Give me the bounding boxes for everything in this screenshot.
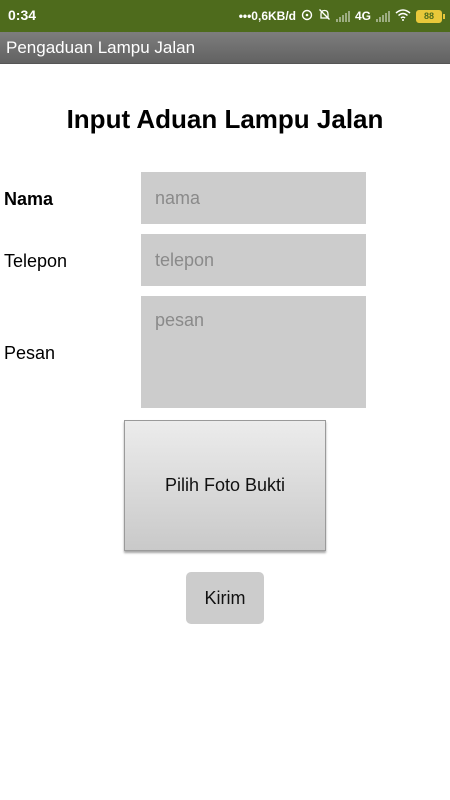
submit-button[interactable]: Kirim bbox=[186, 572, 264, 624]
status-time: 0:34 bbox=[8, 7, 37, 23]
status-icons: •••0,6KB/d 4G 88 bbox=[238, 6, 445, 26]
telepon-input[interactable] bbox=[141, 234, 366, 286]
alarm-off-icon bbox=[318, 8, 331, 24]
pick-photo-button[interactable]: Pilih Foto Bukti bbox=[124, 420, 326, 551]
pesan-label: Pesan bbox=[4, 343, 56, 363]
telepon-label: Telepon bbox=[4, 251, 68, 271]
wifi-icon bbox=[395, 8, 411, 24]
app-title-bar: Pengaduan Lampu Jalan bbox=[0, 32, 450, 64]
sync-icon bbox=[301, 9, 313, 24]
app-screen: 0:34 •••0,6KB/d 4G 88 Pengaduan Lampu Ja… bbox=[0, 0, 450, 800]
network-type: 4G bbox=[354, 9, 371, 23]
network-speed: •••0,6KB/d bbox=[238, 9, 296, 23]
pesan-textarea[interactable] bbox=[141, 296, 366, 408]
status-bar: 0:34 •••0,6KB/d 4G 88 bbox=[0, 0, 450, 32]
signal-icon-secondary bbox=[376, 10, 390, 22]
nama-input[interactable] bbox=[141, 172, 366, 224]
nama-label: Nama bbox=[4, 189, 54, 209]
battery-icon: 88 bbox=[416, 9, 445, 23]
signal-icon bbox=[335, 10, 350, 22]
app-title: Pengaduan Lampu Jalan bbox=[6, 38, 196, 57]
page-title: Input Aduan Lampu Jalan bbox=[66, 104, 384, 134]
